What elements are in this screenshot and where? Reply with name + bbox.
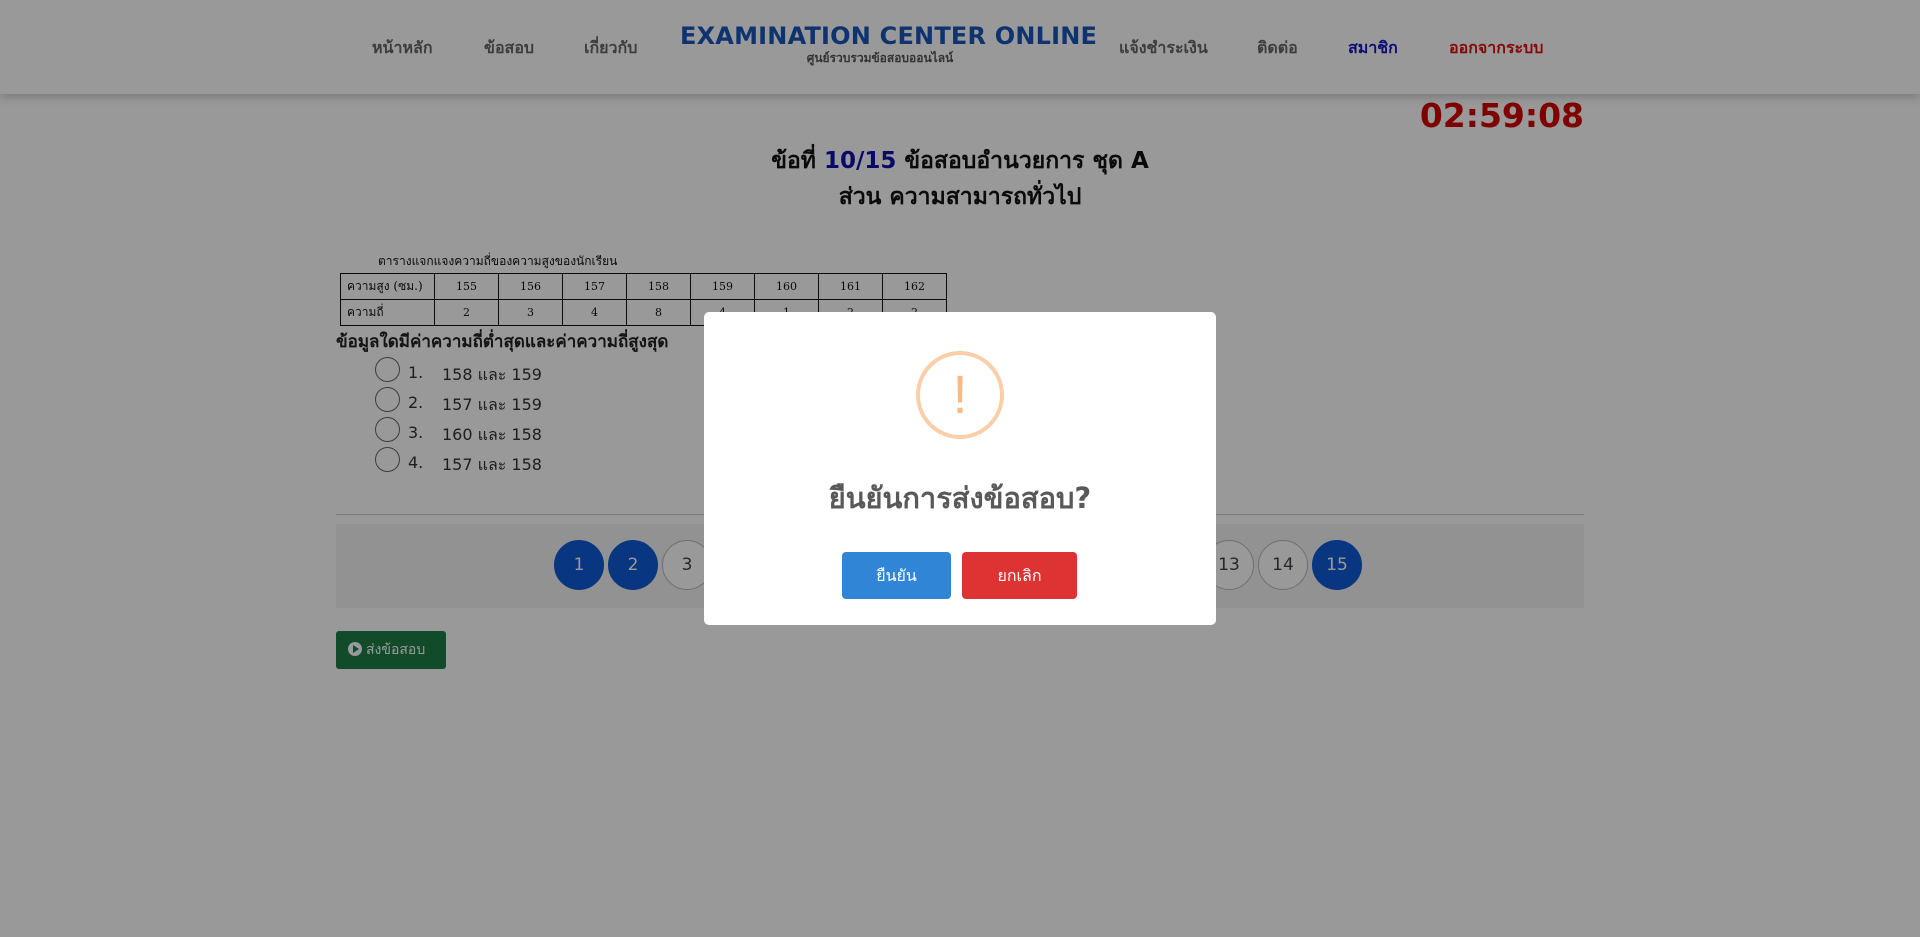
cancel-button[interactable]: ยกเลิก bbox=[962, 552, 1077, 599]
confirm-dialog: ! ยืนยันการส่งข้อสอบ? ยืนยัน ยกเลิก bbox=[704, 312, 1216, 625]
dialog-title: ยืนยันการส่งข้อสอบ? bbox=[828, 481, 1092, 515]
warning-icon: ! bbox=[916, 351, 1004, 439]
confirm-button[interactable]: ยืนยัน bbox=[842, 552, 951, 599]
